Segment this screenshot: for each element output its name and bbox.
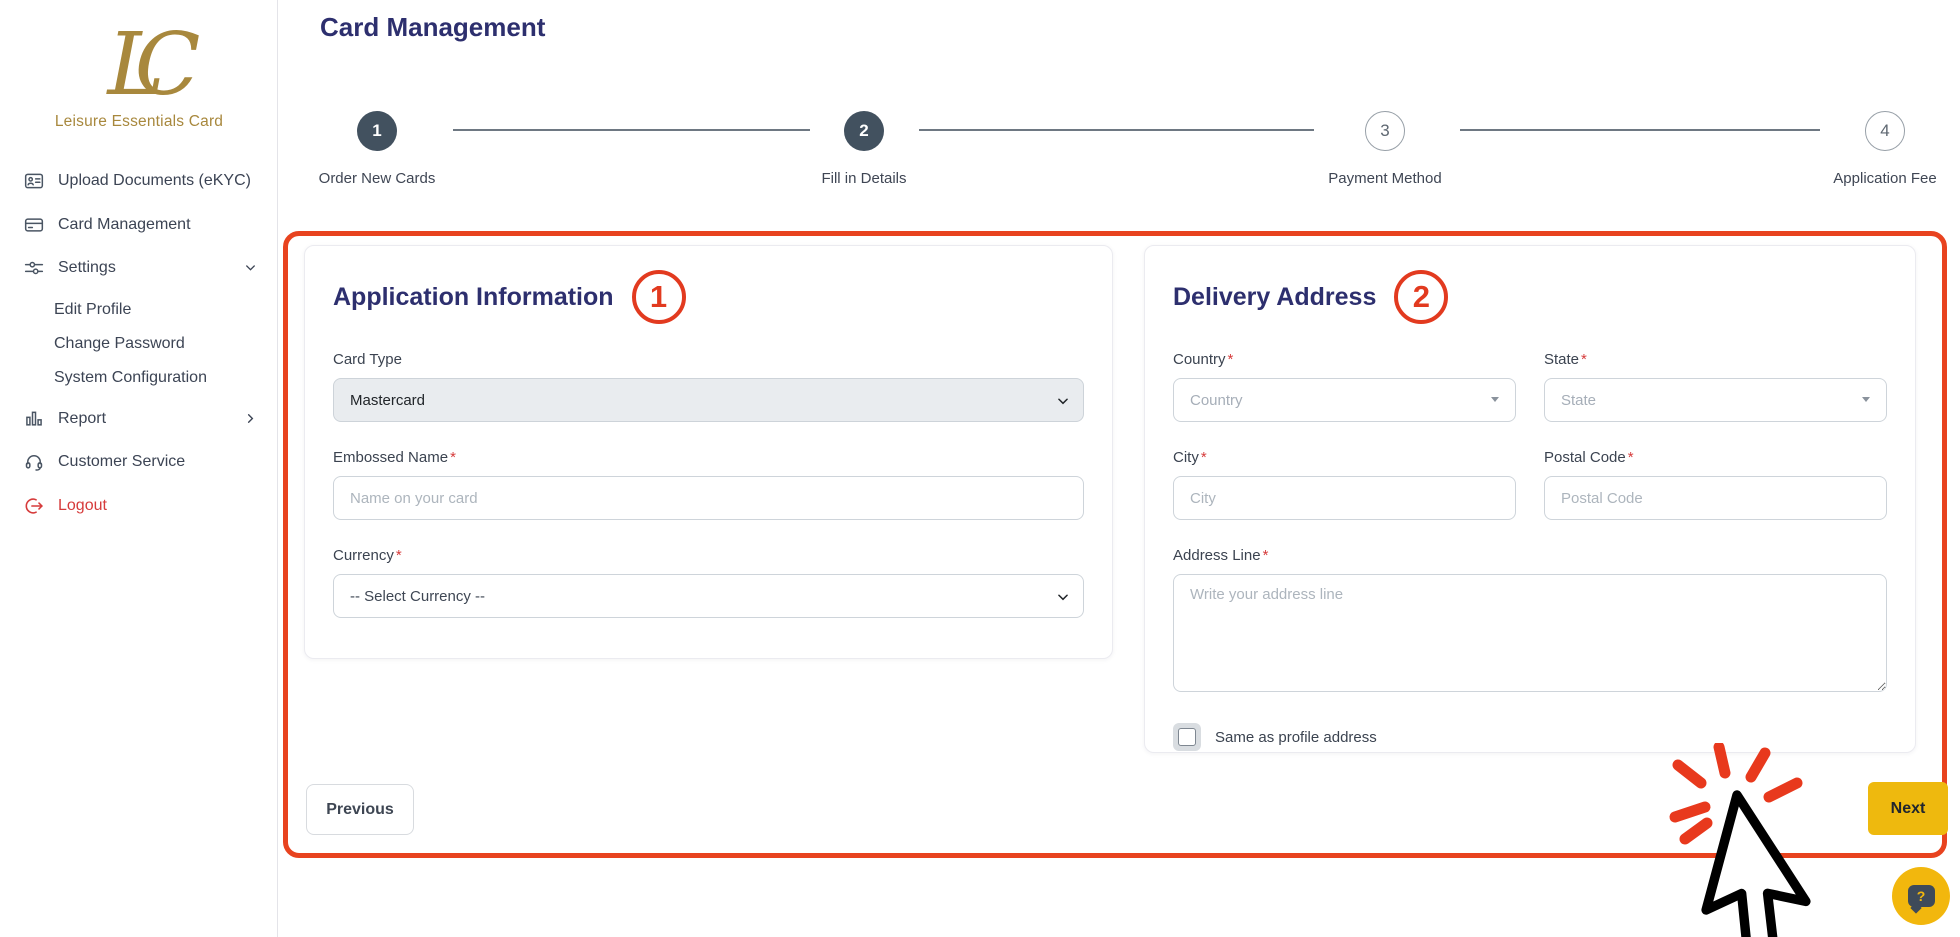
click-cursor-annotation: [1645, 743, 1875, 937]
previous-button[interactable]: Previous: [306, 784, 414, 835]
postal-code-label: Postal Code*: [1544, 449, 1887, 466]
annotation-circle-2: 2: [1394, 270, 1448, 324]
embossed-name-label: Embossed Name*: [333, 449, 1084, 466]
bar-chart-icon: [24, 409, 44, 436]
sidebar-item-label: Customer Service: [58, 451, 185, 473]
currency-value: -- Select Currency --: [350, 588, 485, 605]
brand-logo: LC Leisure Essentials Card: [0, 16, 278, 131]
sidebar-menu: Upload Documents (eKYC) Card Management: [0, 162, 278, 531]
state-select[interactable]: State: [1544, 378, 1887, 422]
address-line-textarea[interactable]: [1173, 574, 1887, 692]
lc-monogram-icon: LC: [54, 16, 224, 108]
sidebar-item-label: Logout: [58, 495, 107, 517]
headset-icon: [24, 452, 44, 479]
sidebar-item-logout[interactable]: Logout: [22, 487, 260, 531]
sidebar-item-card-management[interactable]: Card Management: [22, 206, 260, 250]
country-label: Country*: [1173, 351, 1516, 368]
step-3-circle: 3: [1365, 111, 1405, 151]
credit-card-icon: [24, 215, 44, 242]
monogram-text: LC: [106, 16, 200, 108]
help-chat-button[interactable]: ?: [1892, 867, 1950, 925]
page-title: Card Management: [320, 12, 545, 43]
chevron-down-icon: [1056, 394, 1070, 412]
card-type-label: Card Type: [333, 351, 1084, 368]
sidebar-item-label: Report: [58, 408, 106, 430]
country-select[interactable]: Country: [1173, 378, 1516, 422]
chevron-right-icon: [243, 411, 258, 433]
country-placeholder: Country: [1190, 392, 1243, 409]
same-as-profile-checkbox-row[interactable]: Same as profile address: [1173, 723, 1887, 751]
application-information-card: Application Information 1 Card Type Mast…: [304, 245, 1113, 659]
step-connector: [919, 129, 1314, 131]
city-input[interactable]: [1173, 476, 1516, 520]
dropdown-arrow-icon: [1491, 397, 1499, 402]
delivery-address-card: Delivery Address 2 Country* Country Stat…: [1144, 245, 1916, 753]
sliders-icon: [24, 258, 44, 285]
sidebar-item-settings[interactable]: Settings: [22, 249, 260, 293]
city-label: City*: [1173, 449, 1516, 466]
card-management-page: LC Leisure Essentials Card Upload Docume…: [0, 0, 1960, 937]
checkbox-unchecked-icon[interactable]: [1173, 723, 1201, 751]
sidebar-item-report[interactable]: Report: [22, 400, 260, 444]
state-label: State*: [1544, 351, 1887, 368]
brand-name: Leisure Essentials Card: [0, 113, 278, 131]
dropdown-arrow-icon: [1862, 397, 1870, 402]
step-4-circle: 4: [1865, 111, 1905, 151]
sidebar-subitem-edit-profile[interactable]: Edit Profile: [22, 293, 260, 327]
annotation-circle-1: 1: [632, 270, 686, 324]
sidebar-item-label: Card Management: [58, 214, 191, 236]
help-question-glyph: ?: [1917, 888, 1926, 904]
chevron-down-icon: [243, 260, 258, 282]
address-line-label: Address Line*: [1173, 547, 1887, 564]
logout-icon: [24, 496, 44, 523]
embossed-name-input[interactable]: [333, 476, 1084, 520]
currency-select[interactable]: -- Select Currency --: [333, 574, 1084, 618]
same-as-profile-label: Same as profile address: [1215, 729, 1377, 746]
sidebar-item-label: Settings: [58, 257, 116, 279]
next-button[interactable]: Next: [1868, 782, 1948, 835]
sidebar-item-upload-documents[interactable]: Upload Documents (eKYC): [22, 162, 260, 206]
id-card-icon: [24, 171, 44, 198]
card-type-value: Mastercard: [350, 392, 425, 409]
cursor-arrow-icon: [1693, 795, 1831, 937]
sidebar-subitem-change-password[interactable]: Change Password: [22, 327, 260, 361]
step-connector: [453, 129, 810, 131]
application-information-heading: Application Information: [333, 283, 614, 312]
step-2-label: Fill in Details: [821, 170, 906, 187]
step-1-circle: 1: [357, 111, 397, 151]
chevron-down-icon: [1056, 590, 1070, 608]
sidebar-item-label: Upload Documents (eKYC): [58, 170, 251, 192]
currency-label: Currency*: [333, 547, 1084, 564]
step-4-label: Application Fee: [1833, 170, 1936, 187]
step-3-label: Payment Method: [1328, 170, 1441, 187]
card-type-select[interactable]: Mastercard: [333, 378, 1084, 422]
sidebar: LC Leisure Essentials Card Upload Docume…: [0, 0, 278, 937]
step-2-circle: 2: [844, 111, 884, 151]
step-connector: [1460, 129, 1820, 131]
sidebar-subitem-system-configuration[interactable]: System Configuration: [22, 361, 260, 395]
chat-help-icon: ?: [1908, 885, 1935, 907]
state-placeholder: State: [1561, 392, 1596, 409]
sidebar-item-customer-service[interactable]: Customer Service: [22, 443, 260, 487]
postal-code-input[interactable]: [1544, 476, 1887, 520]
step-1-label: Order New Cards: [319, 170, 436, 187]
delivery-address-heading: Delivery Address: [1173, 283, 1376, 312]
